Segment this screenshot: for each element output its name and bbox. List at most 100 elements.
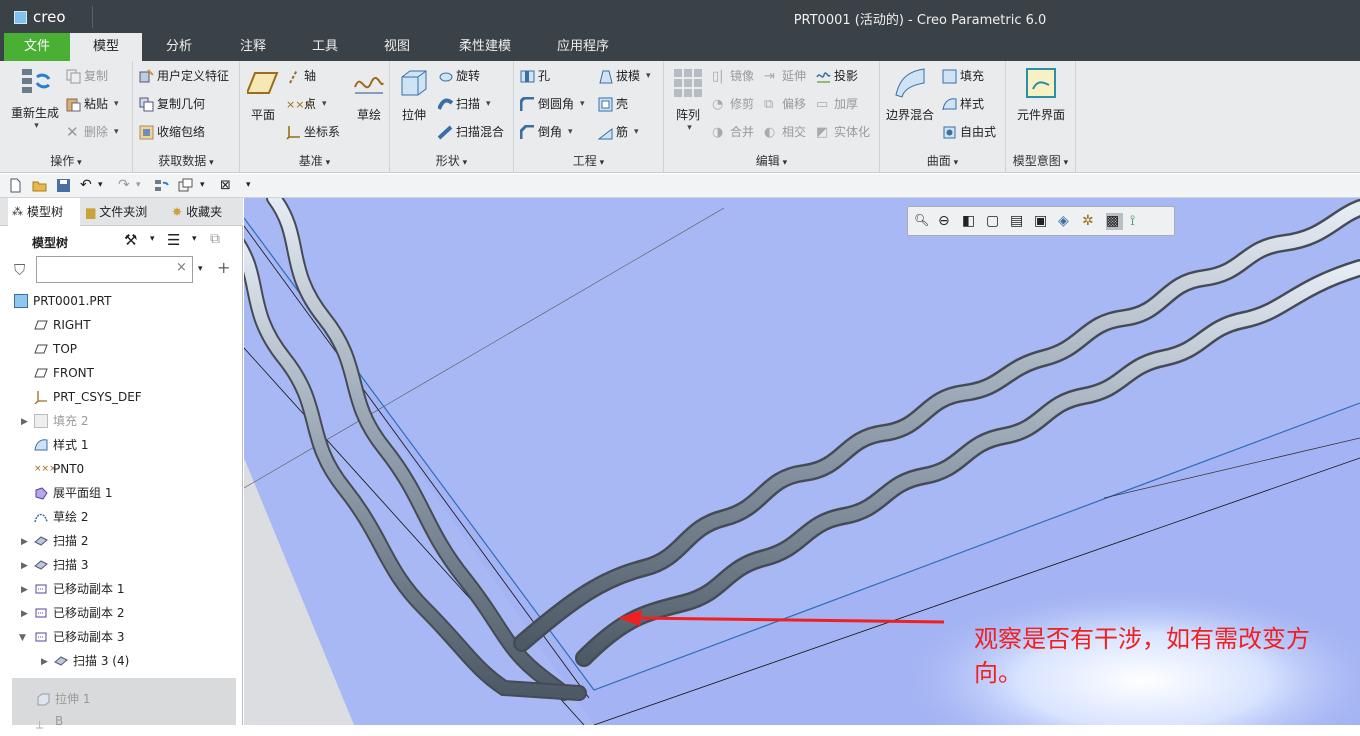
tree-node-datum-plane[interactable]: RIGHT (34, 314, 91, 336)
expand-arrow-icon[interactable]: ▶ (21, 609, 28, 619)
collapse-arrow-icon[interactable]: ▼ (19, 633, 26, 643)
tree-node-part[interactable]: PRT0001.PRT (14, 290, 111, 312)
paste-button[interactable]: 粘贴 ▾ (66, 93, 119, 115)
tree-node-sweep[interactable]: 扫描 2 (34, 530, 88, 552)
windows-dropdown-icon[interactable]: ▾ (200, 178, 215, 193)
tree-node-flatten-quilt[interactable]: 展平面组 1 (34, 482, 112, 504)
redo-icon[interactable]: ↷ (118, 178, 133, 193)
mirror-button[interactable]: ▯| 镜像 (712, 65, 754, 87)
round-button[interactable]: 倒圆角 ▾ (520, 93, 585, 115)
tab-file[interactable]: 文件 (4, 33, 70, 61)
redo-dropdown-icon[interactable]: ▾ (136, 178, 151, 193)
saved-views-icon[interactable]: ▤ (1010, 213, 1027, 230)
group-label-shapes[interactable]: 形状 (390, 152, 513, 169)
revolve-button[interactable]: 旋转 (438, 65, 480, 87)
tree-node-datum-plane[interactable]: TOP (34, 338, 77, 360)
tab-model[interactable]: 模型 (70, 33, 142, 61)
chamfer-button[interactable]: 倒角 ▾ (520, 121, 573, 143)
sweep-button[interactable]: 扫描 ▾ (438, 93, 491, 115)
tab-model-tree[interactable]: ⁂ 模型树 (8, 198, 80, 226)
tree-node-extrude[interactable]: 拉伸 1 (36, 688, 90, 710)
tree-settings-dropdown-icon[interactable]: ▾ (150, 234, 155, 244)
expand-arrow-icon[interactable]: ▶ (21, 537, 28, 547)
tree-node-b[interactable]: ⟂ B (36, 710, 63, 732)
tab-favorites[interactable]: ✸ 收藏夹 (172, 198, 242, 226)
tab-tools[interactable]: 工具 (294, 33, 356, 61)
windows-icon[interactable] (178, 178, 193, 193)
tree-filter-list-icon[interactable]: ☰ (167, 231, 180, 249)
refit-icon[interactable]: ◧ (962, 213, 979, 230)
tree-node-point[interactable]: ××× PNT0 (34, 458, 84, 480)
undo-dropdown-icon[interactable]: ▾ (98, 178, 113, 193)
tab-view[interactable]: 视图 (366, 33, 428, 61)
csys-button[interactable]: 坐标系 (286, 121, 340, 143)
thicken-button[interactable]: ▭ 加厚 (816, 93, 858, 115)
extend-button[interactable]: ⇥ 延伸 (764, 65, 806, 87)
offset-button[interactable]: ⧉ 偏移 (764, 93, 806, 115)
rib-button[interactable]: 筋 ▾ (598, 121, 639, 143)
tab-applications[interactable]: 应用程序 (544, 33, 622, 61)
tree-node-csys[interactable]: PRT_CSYS_DEF (34, 386, 142, 408)
shrinkwrap-button[interactable]: 收缩包络 (139, 121, 205, 143)
tree-node-sketch[interactable]: 草绘 2 (34, 506, 88, 528)
tree-search-input[interactable] (36, 256, 193, 283)
point-dropdown-icon[interactable]: ▾ (322, 93, 327, 115)
datum-display-icon[interactable]: ✲ (1082, 213, 1099, 230)
tree-node-fill[interactable]: 填充 2 (34, 410, 88, 432)
tree-node-style[interactable]: 样式 1 (34, 434, 88, 456)
tree-node-moved-copy[interactable]: 已移动副本 1 (34, 578, 124, 600)
extrude-button[interactable]: 拉伸 (396, 67, 432, 123)
save-icon[interactable] (56, 178, 71, 193)
close-window-icon[interactable]: ⊠ (220, 178, 235, 193)
rib-dropdown-icon[interactable]: ▾ (634, 121, 639, 143)
project-button[interactable]: 投影 (816, 65, 858, 87)
search-dropdown-icon[interactable]: ▾ (198, 264, 203, 274)
group-label-surfaces[interactable]: 曲面 (880, 152, 1005, 169)
zoom-in-icon[interactable]: 🔍︎ (914, 213, 931, 230)
spin-center-icon[interactable]: ⟟ (1130, 213, 1147, 230)
expand-arrow-icon[interactable]: ▶ (21, 417, 28, 427)
tab-analysis[interactable]: 分析 (148, 33, 210, 61)
tab-folder-browser[interactable]: ▆ 文件夹浏 (86, 198, 160, 226)
chamfer-dropdown-icon[interactable]: ▾ (568, 121, 573, 143)
copy-geometry-button[interactable]: 复制几何 (139, 93, 205, 115)
tree-columns-icon[interactable]: ⧉ (210, 231, 220, 247)
sweep-blend-button[interactable]: 扫描混合 (438, 121, 504, 143)
tree-node-datum-plane[interactable]: FRONT (34, 362, 94, 384)
draft-button[interactable]: 拔模 ▾ (598, 65, 651, 87)
graphics-viewport[interactable]: 🔍︎ ⊖ ◧ ▢ ▤ ▣ ◈ ✲ ▩ ⟟ 观察是否有干涉，如有需改变方向。 (244, 198, 1360, 725)
reorient-icon[interactable]: ▢ (986, 213, 1003, 230)
new-file-icon[interactable] (8, 178, 23, 193)
group-label-datum[interactable]: 基准 (240, 152, 389, 169)
tab-flexible-modeling[interactable]: 柔性建模 (446, 33, 524, 61)
paste-dropdown-icon[interactable]: ▾ (114, 93, 119, 115)
tree-node-sweep-copy[interactable]: 扫描 3 (4) (54, 650, 129, 672)
udf-button[interactable]: 用户定义特征 (139, 65, 229, 87)
delete-button[interactable]: ✕ 删除 ▾ (66, 121, 119, 143)
pattern-button[interactable]: 阵列 ▾ (670, 67, 706, 133)
component-interface-button[interactable]: 元件界面 (1012, 67, 1070, 123)
customize-toolbar-icon[interactable]: ▾ (246, 178, 261, 193)
group-label-model-intent[interactable]: 模型意图 (1006, 152, 1075, 169)
copy-button[interactable]: 复制 (66, 65, 108, 87)
group-label-editing[interactable]: 编辑 (664, 152, 879, 169)
annotation-display-icon[interactable]: ▩ (1106, 213, 1123, 230)
open-folder-icon[interactable] (32, 178, 47, 193)
freestyle-button[interactable]: 自由式 (942, 121, 996, 143)
tree-settings-icon[interactable]: ⚒ (124, 231, 137, 249)
merge-button[interactable]: ◑ 合并 (712, 121, 754, 143)
regenerate-small-icon[interactable] (154, 178, 169, 193)
plane-button[interactable]: 平面 (245, 67, 280, 123)
display-style-icon[interactable]: ▣ (1034, 213, 1051, 230)
expand-arrow-icon[interactable]: ▶ (41, 657, 48, 667)
clear-search-icon[interactable]: × (176, 260, 187, 275)
boundary-blend-button[interactable]: 边界混合 (884, 67, 936, 123)
round-dropdown-icon[interactable]: ▾ (580, 93, 585, 115)
filter-icon[interactable]: ⛉ (14, 261, 25, 279)
expand-arrow-icon[interactable]: ▶ (21, 561, 28, 571)
draft-dropdown-icon[interactable]: ▾ (646, 65, 651, 87)
sweep-dropdown-icon[interactable]: ▾ (486, 93, 491, 115)
style-button[interactable]: 样式 (942, 93, 984, 115)
group-label-engineering[interactable]: 工程 (514, 152, 663, 169)
shell-button[interactable]: 壳 (598, 93, 628, 115)
